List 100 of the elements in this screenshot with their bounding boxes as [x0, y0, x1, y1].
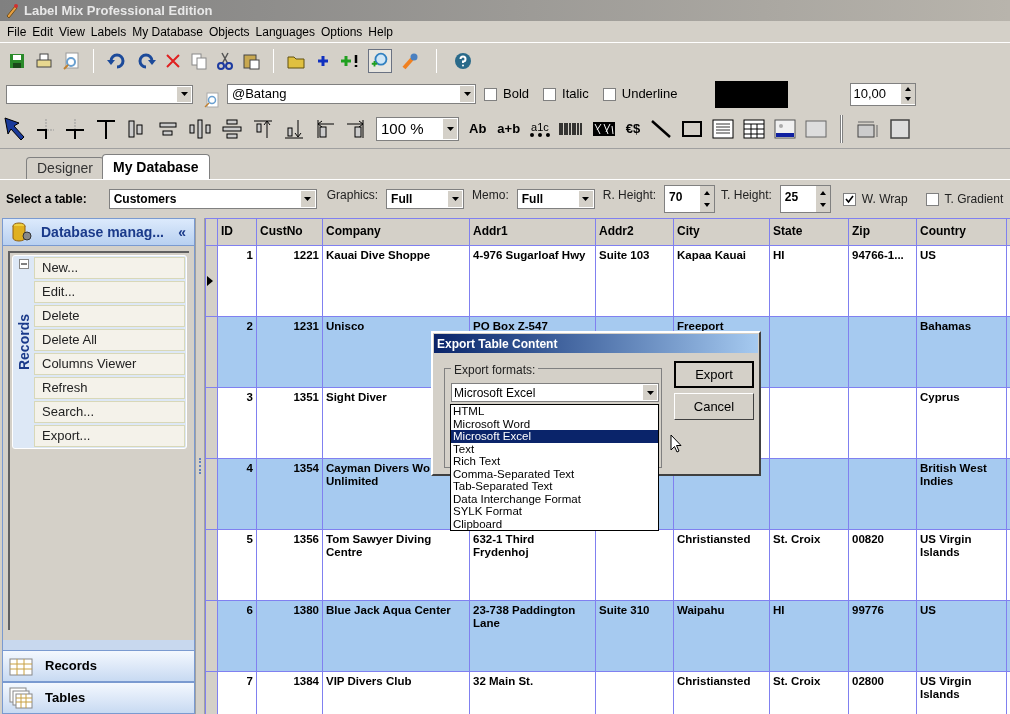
plus-exclamation-icon[interactable] — [339, 53, 359, 68]
task-item[interactable]: Delete All — [34, 329, 185, 351]
align-top-icon[interactable] — [95, 118, 117, 140]
column-header[interactable]: Zip — [848, 218, 917, 246]
column-header[interactable]: Company — [322, 218, 470, 246]
menu-item[interactable]: Help — [365, 22, 397, 41]
table-icon[interactable] — [743, 119, 766, 139]
dropdown[interactable]: Full — [386, 189, 465, 209]
paste-icon[interactable] — [242, 51, 260, 70]
list-option[interactable]: Comma-Separated Text — [451, 467, 658, 480]
color-swatch[interactable] — [715, 80, 789, 108]
help-icon[interactable] — [454, 51, 472, 70]
image-icon[interactable] — [774, 119, 797, 139]
menu-item[interactable]: Objects — [205, 22, 253, 41]
list-option[interactable]: Tab-Separated Text — [451, 480, 658, 493]
task-item[interactable]: Edit... — [34, 281, 185, 303]
nav-button[interactable]: Records — [2, 650, 195, 682]
dialog-button[interactable]: Cancel — [674, 393, 754, 420]
2d-barcode-icon[interactable] — [591, 121, 616, 137]
preview-icon[interactable] — [62, 51, 80, 70]
delete-icon[interactable] — [165, 52, 181, 69]
text-tool-icon[interactable]: Ab — [468, 119, 488, 139]
center-lines-icon[interactable] — [64, 118, 86, 140]
table-dropdown[interactable]: Customers — [108, 189, 317, 209]
row-indicator[interactable] — [205, 245, 218, 317]
table-row[interactable]: 7 1384 VIP Divers Club 32 Main St. Christiansted St. Croix 02800 US Virgin Islands — [205, 671, 1010, 714]
checkbox[interactable] — [925, 192, 939, 206]
nav-button[interactable]: Tables — [2, 682, 195, 714]
list-option[interactable]: Microsoft Excel — [451, 430, 658, 443]
tab[interactable]: My Database — [102, 154, 210, 179]
line-icon[interactable] — [650, 119, 673, 139]
menu-item[interactable]: View — [56, 22, 88, 41]
move-left-icon[interactable] — [314, 118, 336, 140]
list-option[interactable]: Microsoft Word — [451, 417, 658, 430]
text-tool-icon[interactable]: a+b — [496, 119, 522, 139]
move-down-icon[interactable] — [283, 118, 305, 140]
magnifier-icon[interactable] — [368, 48, 392, 73]
list-option[interactable]: SYLK Format — [451, 505, 658, 518]
checkbox[interactable] — [543, 87, 557, 101]
list-option[interactable]: Data Interchange Format — [451, 492, 658, 505]
preview-icon[interactable] — [203, 92, 219, 108]
spin-field[interactable]: 70 — [664, 185, 716, 213]
zoom-dropdown[interactable]: 100 % — [376, 117, 459, 141]
task-item[interactable]: Delete — [34, 305, 185, 327]
text-block-icon[interactable] — [712, 119, 735, 139]
dropdown[interactable]: Full — [516, 189, 595, 209]
barcode-icon[interactable] — [558, 122, 583, 136]
list-option[interactable]: HTML — [451, 405, 658, 418]
menu-item[interactable]: Options — [318, 22, 366, 41]
wrench-icon[interactable] — [401, 51, 419, 70]
spin-field[interactable]: 25 — [779, 185, 831, 213]
list-option[interactable]: Rich Text — [451, 455, 658, 468]
list-option[interactable]: Clipboard — [451, 517, 658, 530]
column-header[interactable]: City — [673, 218, 770, 246]
column-header[interactable]: Country — [916, 218, 1007, 246]
column-header[interactable]: Addr1 — [469, 218, 596, 246]
table-row[interactable]: 6 1380 Blue Jack Aqua Center 23-738 Paddington Lane Suite 310 Waipahu HI 99776 US — [205, 600, 1010, 672]
redo-icon[interactable] — [136, 51, 156, 70]
dropdown[interactable] — [6, 84, 193, 104]
dialog-button[interactable]: Export — [674, 361, 754, 388]
task-item[interactable]: Export... — [34, 425, 185, 447]
tab[interactable]: Designer — [26, 157, 105, 179]
task-item[interactable]: New... — [34, 257, 185, 279]
plus-icon[interactable] — [316, 53, 330, 68]
task-item[interactable]: Columns Viewer — [34, 353, 185, 375]
print-icon[interactable] — [35, 51, 53, 70]
align-icon[interactable] — [35, 118, 55, 140]
size-spinner[interactable]: 10,00 — [850, 82, 917, 106]
column-header[interactable]: State — [769, 218, 849, 246]
menu-item[interactable]: Languages — [252, 22, 318, 41]
checkbox[interactable] — [602, 87, 616, 101]
format-dropdown[interactable]: Microsoft Excel — [451, 383, 659, 402]
frame-icon[interactable] — [889, 118, 912, 140]
menu-item[interactable]: Labels — [87, 22, 130, 41]
column-header[interactable]: CustNo — [256, 218, 323, 246]
menu-item[interactable]: Edit — [29, 22, 57, 41]
distribute-icon[interactable] — [221, 118, 243, 140]
move-right-icon[interactable] — [345, 118, 367, 140]
collapse-button[interactable]: « — [178, 221, 186, 243]
column-header[interactable]: ID — [217, 218, 257, 246]
menu-item[interactable]: My Database — [129, 22, 206, 41]
checkbox[interactable] — [484, 87, 497, 101]
collapse-icon[interactable] — [19, 259, 29, 269]
task-item[interactable]: Refresh — [34, 377, 185, 399]
distribute-icon[interactable] — [188, 118, 212, 140]
task-item[interactable]: Search... — [34, 401, 185, 423]
pointer-icon[interactable] — [4, 117, 26, 141]
save-icon[interactable] — [8, 51, 26, 70]
move-up-icon[interactable] — [252, 118, 274, 140]
font-dropdown[interactable]: @Batang — [227, 84, 476, 104]
undo-icon[interactable] — [107, 51, 127, 70]
scissors-icon[interactable] — [217, 51, 233, 70]
table-row[interactable]: 1 1221 Kauai Dive Shoppe 4-976 Sugarloaf Hwy Suite 103 Kapaa Kauai HI 94766-1... US — [205, 245, 1010, 317]
menu-item[interactable]: File — [4, 22, 30, 41]
list-option[interactable]: Text — [451, 442, 658, 455]
rectangle-icon[interactable] — [681, 120, 704, 138]
checkbox[interactable] — [842, 192, 856, 206]
table-row[interactable]: 5 1356 Tom Sawyer Diving Centre 632-1 Third Frydenhoj Christiansted St. Croix 00820 US Virgin Islands — [205, 529, 1010, 601]
text-tool-icon[interactable]: €$ — [624, 119, 642, 139]
column-header[interactable]: Addr2 — [595, 218, 674, 246]
